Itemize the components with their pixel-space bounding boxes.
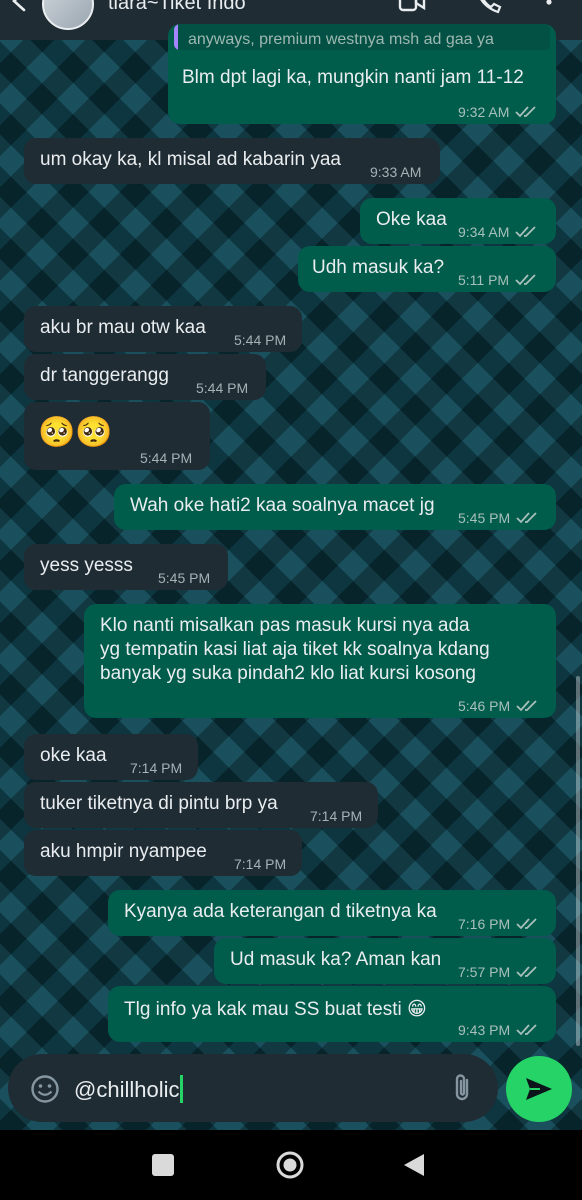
message-bubble-incoming[interactable]: aku hmpir nyampee 7:14 PM [24, 830, 302, 876]
message-time: 9:43 PM [458, 1022, 511, 1038]
read-receipt-icon [516, 1024, 537, 1036]
message-bubble-outgoing[interactable]: Udh masuk ka? 5:11 PM [298, 246, 556, 292]
message-text: tuker tiketnya di pintu brp ya [40, 793, 278, 814]
recent-apps-icon[interactable] [152, 1154, 174, 1176]
message-text: Klo nanti misalkan pas masuk kursi nya a… [100, 615, 490, 684]
home-icon[interactable] [275, 1150, 305, 1180]
message-time: 7:16 PM [458, 916, 511, 932]
message-bubble-outgoing[interactable]: anyways, premium westnya msh ad gaa ya B… [168, 24, 556, 124]
reply-quote[interactable]: anyways, premium westnya msh ad gaa ya [174, 24, 550, 50]
message-meta: 5:44 PM [140, 446, 192, 470]
message-meta: 7:14 PM [130, 756, 182, 780]
message-meta: 9:34 AM [458, 220, 541, 244]
message-time: 5:44 PM [196, 380, 249, 396]
message-bubble-incoming[interactable]: dr tanggerangg 5:44 PM [24, 354, 266, 400]
message-bubble-incoming[interactable]: tuker tiketnya di pintu brp ya 7:14 PM [24, 782, 378, 828]
message-text: Udh masuk ka? [312, 257, 445, 278]
system-navigation-bar [0, 1130, 582, 1200]
message-text: Oke kaa [376, 209, 447, 230]
message-meta: 5:45 PM [458, 506, 542, 530]
message-meta: 7:57 PM [458, 960, 542, 984]
contact-name[interactable]: tiara~Tiket Indo [108, 0, 246, 15]
message-time: 7:14 PM [130, 760, 183, 776]
message-input[interactable]: @chillholic [74, 1075, 184, 1103]
message-time: 9:32 AM [458, 104, 510, 120]
video-call-icon[interactable] [398, 0, 426, 14]
message-time: 7:14 PM [310, 808, 363, 824]
message-time: 9:33 AM [370, 164, 422, 180]
message-meta: 9:33 AM [370, 160, 421, 184]
message-bubble-incoming[interactable]: aku br mau otw kaa 5:44 PM [24, 306, 302, 352]
message-time: 5:46 PM [458, 698, 511, 714]
message-text: um okay ka, kl misal ad kabarin yaa [40, 149, 341, 170]
chat-scrollbar[interactable] [576, 676, 580, 1046]
read-receipt-icon [515, 106, 537, 118]
message-meta: 5:46 PM [458, 694, 542, 718]
message-text: aku br mau otw kaa [40, 317, 206, 338]
message-text: Ud masuk ka? Aman kan [230, 949, 442, 970]
message-bubble-outgoing[interactable]: Klo nanti misalkan pas masuk kursi nya a… [84, 604, 556, 718]
attach-icon[interactable] [450, 1072, 476, 1104]
message-composer[interactable]: @chillholic [8, 1054, 498, 1122]
message-time: 5:45 PM [158, 570, 211, 586]
message-time: 9:34 AM [458, 224, 510, 240]
send-button[interactable] [506, 1056, 572, 1122]
message-bubble-incoming[interactable]: yess yesss 5:45 PM [24, 544, 228, 590]
message-bubble-incoming[interactable]: oke kaa 7:14 PM [24, 734, 198, 780]
read-receipt-icon [515, 274, 536, 286]
message-bubble-outgoing[interactable]: Tlg info ya kak mau SS buat testi 😁 9:43… [108, 986, 556, 1042]
message-time: 5:45 PM [458, 510, 511, 526]
message-text: Tlg info ya kak mau SS buat testi 😁 [124, 999, 427, 1020]
message-meta: 7:14 PM [234, 852, 286, 876]
phone-icon[interactable] [474, 0, 502, 14]
message-meta: 5:44 PM [196, 376, 248, 400]
read-receipt-icon [516, 966, 537, 978]
message-meta: 9:43 PM [458, 1018, 542, 1042]
back-arrow-icon[interactable] [8, 0, 30, 12]
message-text: dr tanggerangg [40, 365, 169, 386]
read-receipt-icon [515, 226, 537, 238]
message-text: Blm dpt lagi ka, mungkin nanti jam 11-12 [182, 67, 524, 88]
message-time: 5:44 PM [234, 332, 287, 348]
message-meta: 5:11 PM [458, 268, 541, 292]
reply-accent-bar [174, 24, 178, 50]
read-receipt-icon [516, 512, 537, 524]
message-time: 7:14 PM [234, 856, 287, 872]
reply-quote-text: anyways, premium westnya msh ad gaa ya [188, 31, 494, 48]
message-input-value: @chillholic [74, 1077, 180, 1102]
message-text: oke kaa [40, 745, 107, 766]
back-icon[interactable] [402, 1152, 426, 1178]
message-bubble-incoming[interactable]: um okay ka, kl misal ad kabarin yaa 9:33… [24, 138, 440, 184]
message-text: yess yesss [40, 555, 133, 576]
message-bubble-outgoing[interactable]: Ud masuk ka? Aman kan 7:57 PM [214, 938, 556, 984]
message-meta: 5:45 PM [158, 566, 210, 590]
message-meta: 7:14 PM [310, 804, 362, 828]
message-text: Wah oke hati2 kaa soalnya macet jg [130, 495, 435, 516]
message-time: 5:11 PM [458, 272, 510, 288]
message-bubble-outgoing[interactable]: Wah oke hati2 kaa soalnya macet jg 5:45 … [114, 484, 556, 530]
read-receipt-icon [516, 700, 537, 712]
message-text: 🥺🥺 [38, 416, 113, 449]
text-caret [180, 1075, 184, 1103]
message-meta: 7:16 PM [458, 912, 542, 936]
send-icon [526, 1078, 552, 1100]
more-options-icon[interactable] [542, 0, 556, 14]
read-receipt-icon [516, 918, 537, 930]
message-meta: 9:32 AM [458, 100, 541, 124]
avatar[interactable] [42, 0, 94, 30]
message-time: 7:57 PM [458, 964, 511, 980]
emoji-icon[interactable] [30, 1074, 60, 1104]
message-text: Kyanya ada keterangan d tiketnya ka [124, 901, 437, 922]
message-text: aku hmpir nyampee [40, 841, 207, 862]
message-bubble-incoming[interactable]: 🥺🥺 5:44 PM [24, 402, 210, 470]
message-time: 5:44 PM [140, 450, 193, 466]
message-meta: 5:44 PM [234, 328, 286, 352]
message-bubble-outgoing[interactable]: Kyanya ada keterangan d tiketnya ka 7:16… [108, 890, 556, 936]
message-bubble-outgoing[interactable]: Oke kaa 9:34 AM [360, 198, 556, 244]
